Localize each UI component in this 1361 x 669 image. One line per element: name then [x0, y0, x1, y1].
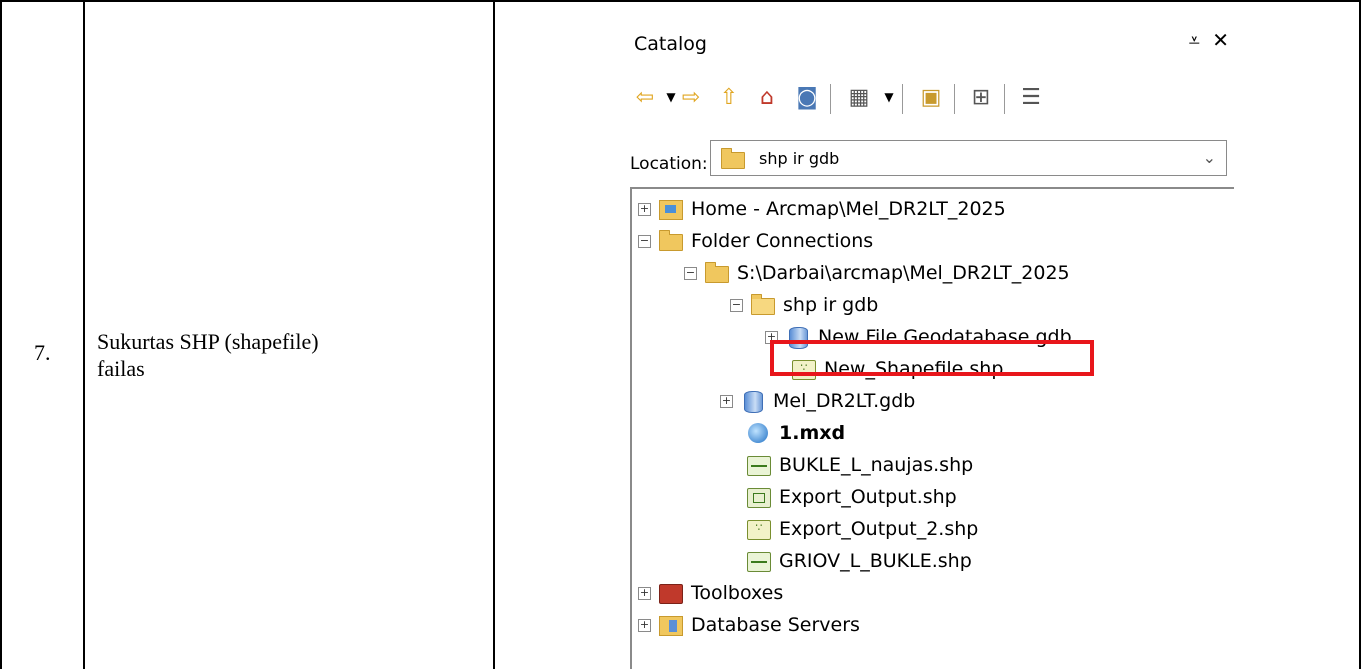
toolbox-icon	[659, 583, 683, 604]
tree-item-shp-ir-gdb[interactable]: − shp ir gdb	[730, 290, 878, 320]
row-number: 7.	[34, 340, 51, 365]
table-border-col1	[83, 0, 85, 669]
tree-item-label: Toolboxes	[691, 582, 784, 604]
close-icon[interactable]: ✕	[1212, 28, 1229, 52]
geodatabase-icon	[741, 391, 765, 413]
map-document-icon	[747, 423, 771, 443]
catalog-toolbar: ⇦ ▼ ⇨ ⇧ ⌂ ◙ ▦ ▼ ▣ ⊞ ☰	[630, 80, 1230, 120]
tree-item-griov-l-bukle[interactable]: GRIOV_L_BUKLE.shp	[747, 546, 972, 576]
line-shapefile-icon	[747, 551, 771, 572]
tree-item-home[interactable]: + Home - Arcmap\Mel_DR2LT_2025	[638, 194, 1006, 224]
toggle-contents-icon[interactable]: ⊞	[966, 80, 996, 114]
home-icon[interactable]: ⌂	[752, 80, 782, 114]
home-folder-icon	[659, 199, 683, 220]
table-border-left	[0, 0, 2, 669]
catalog-title: Catalog	[634, 33, 707, 55]
tree-item-export-output-2[interactable]: ∵ Export_Output_2.shp	[747, 514, 978, 544]
highlight-box	[770, 340, 1094, 376]
table-border-col2	[493, 0, 495, 669]
row-description-line1: Sukurtas SHP (shapefile)	[97, 329, 319, 354]
tree-item-label: S:\Darbai\arcmap\Mel_DR2LT_2025	[737, 262, 1070, 284]
folder-icon	[659, 230, 683, 251]
row-description-line2: failas	[97, 356, 145, 381]
expand-toggle[interactable]: +	[638, 618, 651, 632]
default-gdb-icon[interactable]: ◙	[792, 80, 822, 114]
tree-item-label: Export_Output.shp	[779, 486, 957, 508]
table-border-top	[0, 0, 1361, 2]
point-shapefile-icon: ∵	[747, 519, 771, 540]
location-label: Location:	[630, 154, 708, 174]
forward-icon[interactable]: ⇨	[676, 80, 706, 114]
tree-item-toolboxes[interactable]: + Toolboxes	[638, 578, 783, 608]
folder-icon	[705, 262, 729, 283]
pin-icon[interactable]: ⩡	[1189, 28, 1200, 52]
tree-item-label: BUKLE_L_naujas.shp	[779, 454, 974, 476]
toolbar-separator	[902, 84, 903, 114]
tree-item-label: GRIOV_L_BUKLE.shp	[779, 550, 972, 572]
folder-icon	[721, 148, 745, 169]
tree-item-bukle-l-naujas[interactable]: BUKLE_L_naujas.shp	[747, 450, 973, 480]
location-value: shp ir gdb	[759, 149, 840, 168]
toolbar-separator	[1004, 84, 1005, 114]
expand-toggle[interactable]: +	[720, 394, 733, 408]
tree-item-darbai-folder[interactable]: − S:\Darbai\arcmap\Mel_DR2LT_2025	[684, 258, 1070, 288]
expand-toggle[interactable]: +	[638, 586, 651, 600]
line-shapefile-icon	[747, 455, 771, 476]
options-icon[interactable]: ☰	[1016, 80, 1046, 114]
connect-folder-icon[interactable]: ▣	[916, 80, 946, 114]
tree-item-label: Database Servers	[691, 614, 860, 636]
polygon-shapefile-icon	[747, 487, 771, 508]
database-server-icon	[659, 615, 683, 636]
tree-item-label: Home - Arcmap\Mel_DR2LT_2025	[691, 198, 1006, 220]
collapse-toggle[interactable]: −	[684, 266, 697, 280]
up-one-level-icon[interactable]: ⇧	[714, 80, 744, 114]
tree-item-label: shp ir gdb	[783, 294, 879, 316]
location-combobox[interactable]: shp ir gdb ⌄	[710, 140, 1227, 176]
row-description: Sukurtas SHP (shapefile) failas	[97, 328, 477, 382]
open-folder-icon	[751, 294, 775, 315]
tree-item-folder-connections[interactable]: − Folder Connections	[638, 226, 873, 256]
catalog-title-buttons: ⩡ ✕	[1183, 28, 1229, 52]
view-options-icon[interactable]: ▦	[844, 80, 874, 114]
expand-toggle[interactable]: +	[638, 202, 651, 216]
toolbar-separator	[954, 84, 955, 114]
view-dropdown-icon[interactable]: ▼	[874, 80, 904, 114]
tree-item-mxd[interactable]: 1.mxd	[747, 418, 845, 448]
collapse-toggle[interactable]: −	[638, 234, 651, 248]
toolbar-separator	[830, 84, 831, 114]
tree-item-label: 1.mxd	[779, 422, 846, 444]
collapse-toggle[interactable]: −	[730, 298, 743, 312]
tree-item-mel-gdb[interactable]: + Mel_DR2LT.gdb	[720, 386, 915, 416]
tree-item-label: Export_Output_2.shp	[779, 518, 979, 540]
tree-item-label: Mel_DR2LT.gdb	[773, 390, 916, 412]
chevron-down-icon[interactable]: ⌄	[1203, 148, 1216, 167]
tree-item-export-output[interactable]: Export_Output.shp	[747, 482, 957, 512]
tree-item-database-servers[interactable]: + Database Servers	[638, 610, 860, 640]
tree-item-label: Folder Connections	[691, 230, 874, 252]
